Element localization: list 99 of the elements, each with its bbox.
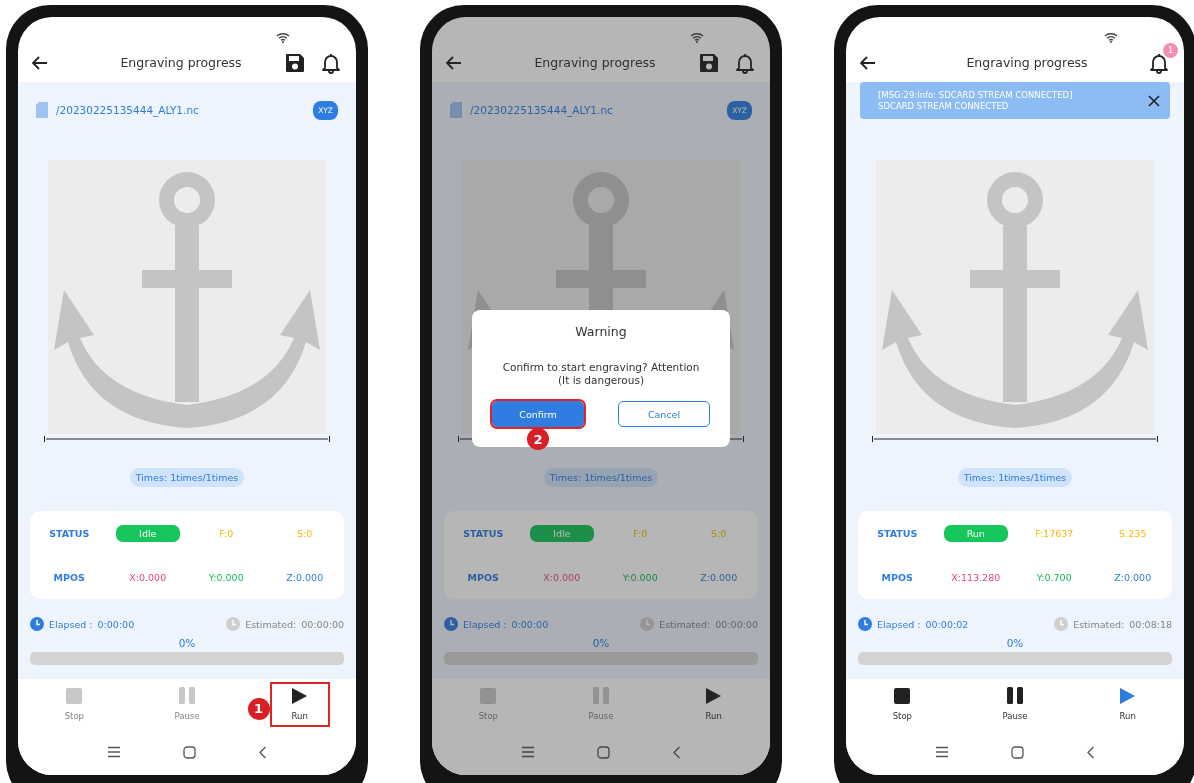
times-counter: Times: 1times/1times <box>543 468 659 488</box>
estimated-time: 00:00:00 <box>715 618 758 630</box>
mpos-label: MPOS <box>467 571 499 583</box>
y-position: Y:0.000 <box>208 571 244 583</box>
estimated-label: Estimated: <box>659 618 711 630</box>
pause-button[interactable]: Pause <box>982 683 1048 726</box>
elapsed-time: 0:00:00 <box>511 618 549 630</box>
machine-state: Run <box>943 524 1008 542</box>
back-icon[interactable] <box>672 745 681 759</box>
back-icon[interactable] <box>1086 745 1095 759</box>
run-button[interactable]: Run <box>685 683 742 725</box>
sd-card-icon <box>36 102 48 119</box>
notification-bell-icon[interactable] <box>1148 51 1170 74</box>
clock-icon <box>640 617 655 632</box>
clock-icon <box>444 617 458 632</box>
back-arrow-icon[interactable] <box>32 55 48 70</box>
spindle-speed: S:0 <box>297 527 313 539</box>
y-position: Y:0.700 <box>1036 571 1072 583</box>
x-position: X:0.000 <box>129 571 167 583</box>
elapsed-label: Elapsed : <box>49 618 93 630</box>
progress-percent: 0% <box>177 637 197 650</box>
step-number: 2 <box>527 428 549 450</box>
z-position: Z:0.000 <box>1114 571 1152 583</box>
screen-title: Engraving progress <box>119 55 243 71</box>
estimated-label: Estimated: <box>245 618 297 630</box>
spindle-speed: S:0 <box>711 527 727 539</box>
wifi-icon <box>690 31 704 43</box>
play-icon <box>706 687 722 704</box>
play-icon <box>1120 687 1136 704</box>
menu-icon[interactable] <box>107 746 121 759</box>
home-icon[interactable] <box>597 745 610 759</box>
cancel-button[interactable]: Cancel <box>618 401 710 427</box>
estimated-time: 00:00:00 <box>301 618 344 630</box>
notification-count: 1 <box>1163 42 1178 58</box>
estimated-time: 00:08:18 <box>1129 618 1172 630</box>
elapsed-time: 0:00:00 <box>97 618 135 630</box>
progress-percent: 0% <box>591 637 611 650</box>
mpos-label: MPOS <box>53 571 85 583</box>
feed-rate: F:0 <box>219 527 234 539</box>
play-icon <box>292 687 308 704</box>
home-icon[interactable] <box>1011 745 1024 759</box>
status-label: STATUS <box>463 527 504 539</box>
x-position: X:0.000 <box>543 571 581 583</box>
back-arrow-icon[interactable] <box>860 55 876 70</box>
times-counter: Times: 1times/1times <box>957 468 1073 488</box>
home-icon[interactable] <box>183 745 196 759</box>
machine-state: Idle <box>529 524 594 542</box>
toast-message: SDCARD STREAM CONNECTED <box>878 100 1010 112</box>
times-counter: Times: 1times/1times <box>129 468 245 488</box>
clock-icon <box>30 617 44 632</box>
notification-bell-icon[interactable] <box>734 51 756 74</box>
dialog-message: Confirm to start engraving? Attention (It is dangerous) <box>501 361 701 387</box>
dialog-title: Warning <box>574 324 628 339</box>
pause-icon <box>179 687 195 705</box>
progress-percent: 0% <box>1005 637 1025 650</box>
stop-button[interactable]: Stop <box>872 683 932 725</box>
estimated-label: Estimated: <box>1073 618 1125 630</box>
clock-icon <box>1054 617 1069 632</box>
mpos-label: MPOS <box>881 571 913 583</box>
screen-title: Engraving progress <box>965 55 1089 71</box>
wifi-icon <box>1104 31 1118 43</box>
notification-bell-icon[interactable] <box>320 51 342 74</box>
stop-icon <box>66 687 83 704</box>
x-position: X:113.280 <box>951 571 1001 583</box>
machine-state: Idle <box>115 524 180 542</box>
wifi-icon <box>276 31 290 43</box>
stop-icon <box>480 687 497 704</box>
stop-icon <box>894 687 911 704</box>
y-position: Y:0.000 <box>622 571 658 583</box>
spindle-speed: S:235 <box>1119 527 1147 539</box>
step-number: 1 <box>247 697 270 720</box>
z-position: Z:0.000 <box>286 571 324 583</box>
run-button[interactable]: Run <box>271 683 328 725</box>
menu-icon[interactable] <box>935 746 949 759</box>
run-button[interactable]: Run <box>1099 683 1156 725</box>
feed-rate: F:17637 <box>1035 527 1074 539</box>
clock-icon <box>858 617 872 632</box>
status-label: STATUS <box>877 527 918 539</box>
menu-icon[interactable] <box>521 746 535 759</box>
save-icon[interactable] <box>284 51 306 74</box>
back-icon[interactable] <box>258 745 267 759</box>
file-name: /20230225135444_ALY1.nc <box>470 104 614 117</box>
screen-title: Engraving progress <box>533 55 657 71</box>
status-label: STATUS <box>49 527 90 539</box>
save-icon[interactable] <box>698 51 720 74</box>
pause-icon <box>1007 687 1023 705</box>
clock-icon <box>226 617 241 632</box>
file-name: /20230225135444_ALY1.nc <box>56 104 200 117</box>
feed-rate: F:0 <box>633 527 648 539</box>
elapsed-label: Elapsed : <box>463 618 507 630</box>
back-arrow-icon[interactable] <box>446 55 462 70</box>
confirm-button[interactable]: Confirm <box>492 401 584 427</box>
toast-message: [MSG:29:Info: SDCARD STREAM CONNECTED] <box>878 89 1074 101</box>
pause-icon <box>593 687 609 705</box>
elapsed-label: Elapsed : <box>877 618 921 630</box>
z-position: Z:0.000 <box>700 571 738 583</box>
sd-card-icon <box>450 102 462 119</box>
close-icon[interactable] <box>1148 94 1160 107</box>
elapsed-time: 00:00:02 <box>925 618 969 630</box>
